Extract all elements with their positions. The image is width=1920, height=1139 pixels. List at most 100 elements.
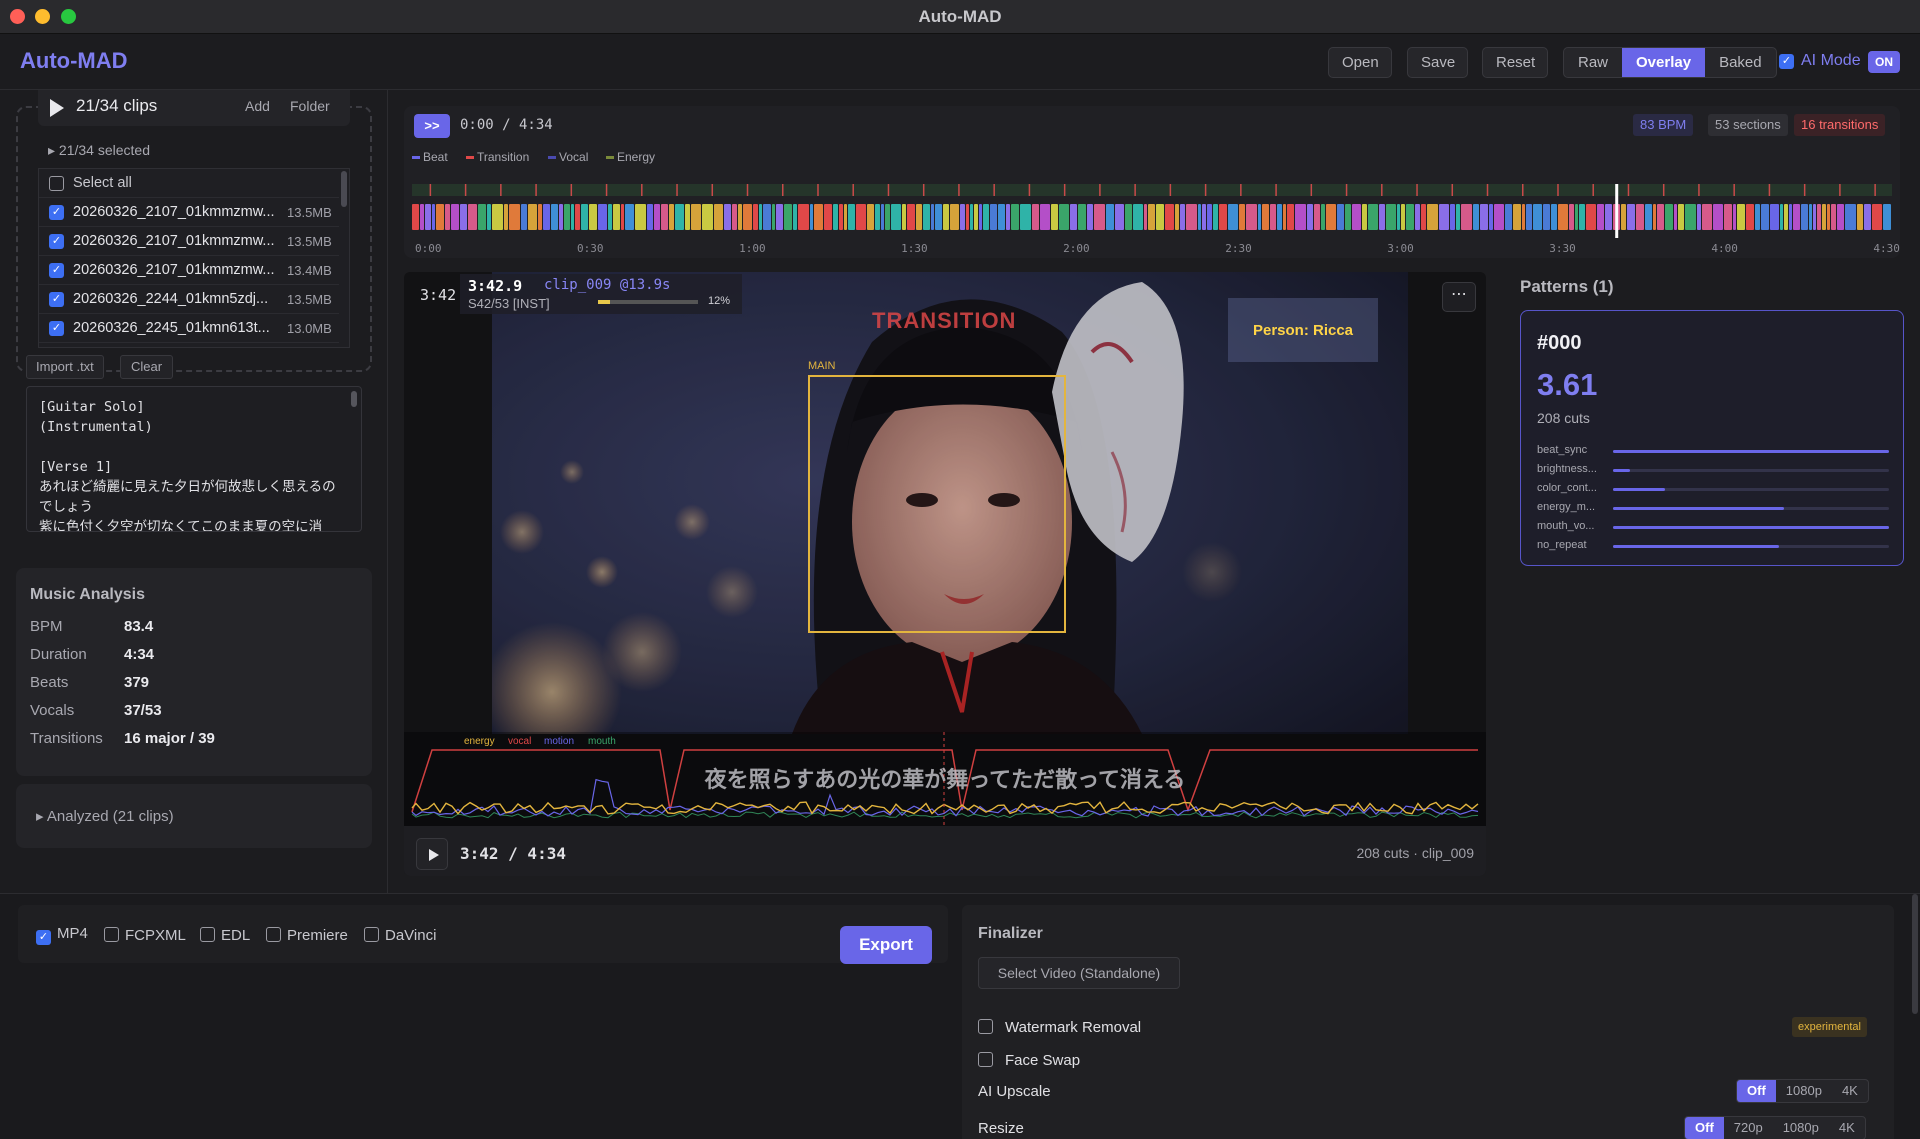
selected-summary-toggle[interactable]: ▸ 21/34 selected — [48, 142, 150, 159]
format-fcpxml-checkbox[interactable] — [104, 927, 119, 942]
bottom-panel: ✓ MP4 FCPXML EDL Premiere DaVinci Export … — [0, 893, 1920, 1139]
format-mp4-checkbox[interactable]: ✓ — [36, 930, 51, 945]
add-clips-button[interactable]: Add — [245, 98, 270, 114]
timeline-clip-segment — [1845, 204, 1856, 230]
list-item[interactable]: ✓ 20260326_2244_01kmn5zdj... 13.5MB — [39, 285, 339, 314]
resize-1080p[interactable]: 1080p — [1773, 1117, 1829, 1139]
clip-checkbox[interactable]: ✓ — [49, 292, 64, 307]
timeline-clip-segment — [1793, 204, 1800, 230]
close-window-button[interactable] — [10, 9, 25, 24]
page-scrollbar[interactable] — [1912, 894, 1918, 1014]
export-button[interactable]: Export — [840, 926, 932, 964]
import-txt-button[interactable]: Import .txt — [26, 355, 104, 379]
format-edl-checkbox[interactable] — [200, 927, 215, 942]
select-video-button[interactable]: Select Video (Standalone) — [978, 957, 1180, 989]
ai-mode-state-badge[interactable]: ON — [1868, 51, 1900, 73]
timeline-track[interactable]: 0:00 0:30 1:00 1:30 2:00 2:30 3:00 3:30 4:00 4:30 — [404, 184, 1900, 258]
analyzed-clips-toggle[interactable]: ▸ Analyzed (21 clips) — [36, 807, 174, 825]
lyrics-textarea[interactable]: [Guitar Solo] (Instrumental) [Verse 1] あ… — [26, 386, 362, 532]
format-mp4[interactable]: ✓ MP4 — [36, 925, 88, 945]
resize-off[interactable]: Off — [1685, 1117, 1724, 1139]
face-swap-checkbox[interactable] — [978, 1052, 993, 1067]
format-premiere-checkbox[interactable] — [266, 927, 281, 942]
add-folder-button[interactable]: Folder — [290, 98, 330, 114]
timeline-clip-segment — [1040, 204, 1050, 230]
timeline-clip-segment — [1144, 204, 1147, 230]
video-controls: 3:42 / 4:34 208 cuts · clip_009 — [404, 826, 1486, 876]
clip-list-scrollbar[interactable] — [341, 171, 347, 207]
minimize-window-button[interactable] — [35, 9, 50, 24]
timeline-clip-segment — [714, 204, 723, 230]
ai-mode-label[interactable]: AI Mode — [1801, 52, 1861, 70]
timeline-clip-segment — [478, 204, 486, 230]
face-swap-option[interactable]: Face Swap — [978, 1050, 1080, 1069]
clear-lyrics-button[interactable]: Clear — [120, 355, 174, 379]
analyzed-clips-card[interactable]: ▸ Analyzed (21 clips) — [16, 784, 372, 848]
ai-upscale-off[interactable]: Off — [1737, 1080, 1776, 1102]
timeline-clip-segment — [1780, 204, 1783, 230]
timeline-transition-marker — [641, 184, 643, 196]
open-button[interactable]: Open — [1328, 47, 1392, 78]
overlay-time: 3:42.9 — [468, 277, 523, 295]
timeline-clip-segment — [1337, 204, 1344, 230]
clip-checkbox[interactable]: ✓ — [49, 321, 64, 336]
timeline-transition-marker — [1522, 184, 1524, 196]
timeline-clip-segment — [1020, 204, 1031, 230]
timeline-clip-segment — [1345, 204, 1351, 230]
timeline-clip-segment — [1857, 204, 1863, 230]
play-button[interactable] — [416, 838, 448, 870]
timeline-clip-segment — [436, 204, 444, 230]
resize-4k[interactable]: 4K — [1829, 1117, 1865, 1139]
timeline-playhead[interactable] — [1615, 184, 1619, 238]
resize-720p[interactable]: 720p — [1724, 1117, 1773, 1139]
view-mode-raw[interactable]: Raw — [1564, 48, 1622, 77]
more-options-button[interactable]: ⋯ — [1442, 282, 1476, 312]
clip-checkbox[interactable]: ✓ — [49, 234, 64, 249]
watermark-removal-option[interactable]: Watermark Removal — [978, 1017, 1141, 1036]
lyrics-scrollbar[interactable] — [351, 391, 357, 407]
format-fcpxml[interactable]: FCPXML — [104, 925, 186, 944]
timeline-clip-segment — [848, 204, 855, 230]
reset-button[interactable]: Reset — [1482, 47, 1548, 78]
select-all-checkbox[interactable] — [49, 176, 64, 191]
fast-forward-button[interactable]: >> — [414, 114, 450, 138]
ai-mode-checkbox[interactable]: ✓ — [1779, 54, 1794, 69]
view-mode-overlay[interactable]: Overlay — [1622, 48, 1706, 77]
play-icon[interactable] — [50, 99, 64, 117]
list-item[interactable]: ✓ 20260326_2245_01kmn613t... 13.0MB — [39, 314, 339, 343]
timeline-transition-marker — [500, 184, 502, 196]
list-item[interactable]: ✓ 20260326_2107_01kmmzmw... 13.5MB — [39, 198, 339, 227]
format-premiere[interactable]: Premiere — [266, 925, 348, 944]
timeline-clip-segment — [1697, 204, 1701, 230]
experimental-badge: experimental — [1792, 1017, 1867, 1037]
select-all-row[interactable]: Select all — [39, 169, 339, 198]
clip-checkbox[interactable]: ✓ — [49, 205, 64, 220]
clip-checkbox[interactable]: ✓ — [49, 263, 64, 278]
save-button[interactable]: Save — [1407, 47, 1468, 78]
timeline-clip-segment — [1094, 204, 1105, 230]
timeline-clip-segment — [833, 204, 838, 230]
left-panel: 21/34 clips Add Folder ▸ 21/34 selected … — [0, 90, 388, 893]
energy-swatch — [606, 156, 614, 160]
timeline-clip-segment — [613, 204, 620, 230]
ai-upscale-4k[interactable]: 4K — [1832, 1080, 1868, 1102]
format-davinci-checkbox[interactable] — [364, 927, 379, 942]
list-item[interactable]: ✓ 20260326_2107_01kmmzmw... 13.4MB — [39, 256, 339, 285]
pattern-card[interactable]: #000 3.61 208 cuts beat_sync brightness..… — [1520, 310, 1904, 566]
timeline-transition-marker — [817, 184, 819, 196]
video-side-time: 3:42 — [420, 286, 457, 304]
timeline-clip-segment — [856, 204, 866, 230]
format-edl[interactable]: EDL — [200, 925, 250, 944]
view-mode-baked[interactable]: Baked — [1705, 48, 1776, 77]
timeline-clip-segment — [1813, 204, 1816, 230]
pattern-metric-name: energy_m... — [1537, 501, 1596, 513]
list-item[interactable]: ✓ 20260326_2107_01kmmzmw... 13.5MB — [39, 227, 339, 256]
ai-upscale-1080p[interactable]: 1080p — [1776, 1080, 1832, 1102]
maximize-window-button[interactable] — [61, 9, 76, 24]
timeline-clip-segment — [1586, 204, 1596, 230]
format-davinci[interactable]: DaVinci — [364, 925, 436, 944]
watermark-removal-checkbox[interactable] — [978, 1019, 993, 1034]
timeline-transition-marker — [676, 184, 678, 196]
timeline-clip-segment — [1450, 204, 1455, 230]
timeline-clip-segment — [675, 204, 684, 230]
